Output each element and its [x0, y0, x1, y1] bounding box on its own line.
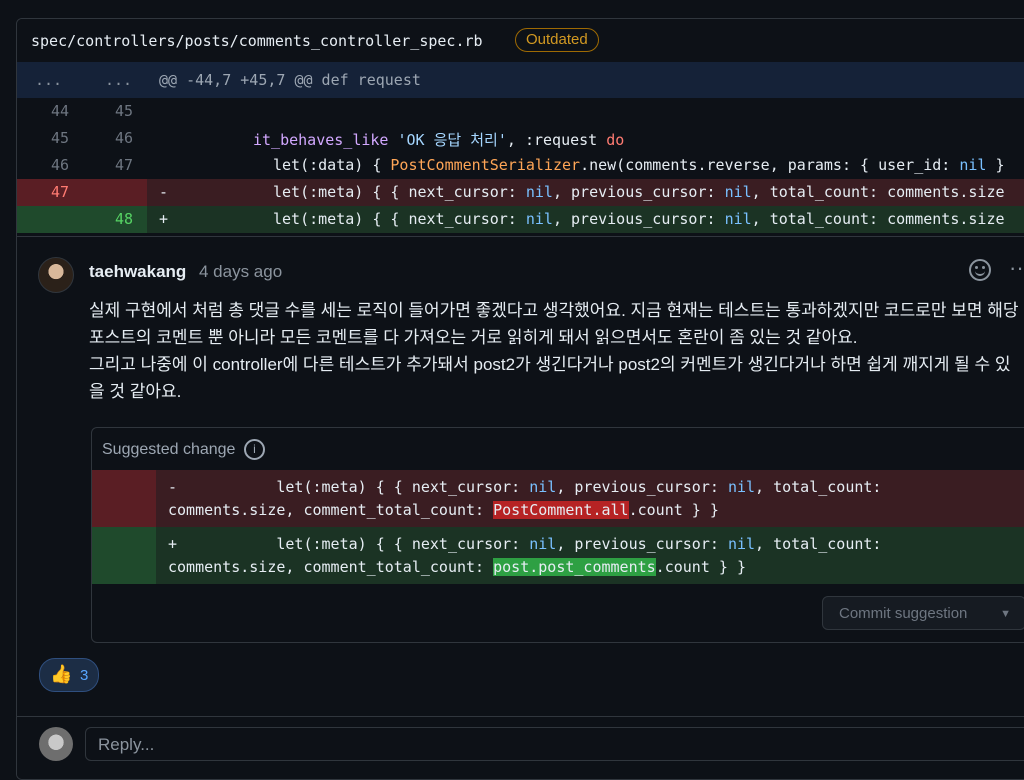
current-user-avatar	[39, 727, 73, 761]
expand-down-dots[interactable]: ...	[105, 71, 132, 89]
diff-sign: -	[168, 478, 178, 496]
commit-suggestion-label: Commit suggestion	[839, 605, 968, 622]
expand-up-dots[interactable]: ...	[35, 71, 62, 89]
add-reaction-icon[interactable]	[969, 259, 991, 281]
suggested-change-title: Suggested change	[102, 441, 236, 458]
code-token: let(:data) {	[273, 156, 391, 174]
code-token: let(:meta) { { next_cursor:	[273, 183, 526, 201]
code-line: let(:data) { PostCommentSerializer.new(c…	[273, 156, 1005, 174]
outdated-badge: Outdated	[515, 28, 599, 52]
diff-row: 46 47 let(:data) { PostCommentSerializer…	[17, 152, 1024, 179]
comment-body: 실제 구현에서 처럼 총 댓글 수를 세는 로직이 들어가면 좋겠다고 생각했어…	[89, 297, 1024, 405]
suggestion-line: comments.size, comment_total_count: post…	[168, 558, 746, 576]
code-line: it_behaves_like 'OK 응답 처리', :request do	[253, 129, 624, 150]
new-line-number[interactable]: 46	[93, 129, 133, 147]
file-path[interactable]: spec/controllers/posts/comments_controll…	[31, 32, 483, 50]
new-line-number[interactable]: 47	[93, 156, 133, 174]
code-token: , total_count: comments.size	[751, 183, 1005, 201]
code-token: , previous_cursor:	[552, 210, 725, 228]
code-token: nil	[959, 156, 987, 174]
code-token: nil	[529, 535, 557, 553]
reply-input[interactable]: Reply...	[85, 727, 1024, 761]
gutter	[92, 470, 156, 527]
reply-placeholder: Reply...	[98, 735, 155, 754]
new-line-number[interactable]: 45	[93, 102, 133, 120]
hunk-header: ... ... @@ -44,7 +45,7 @@ def request	[17, 62, 1024, 98]
highlight-token: post.post_comments	[493, 558, 656, 576]
author-avatar[interactable]	[38, 257, 74, 293]
comment-line: 을 것 같아요.	[89, 382, 182, 401]
code-token: , previous_cursor:	[556, 535, 728, 553]
comment-timestamp[interactable]: 4 days ago	[199, 262, 282, 282]
code-token: let(:meta) { { next_cursor:	[276, 535, 530, 553]
comment-author[interactable]: taehwakang	[89, 262, 186, 282]
comment-line: 실제 구현에서 처럼 총 댓글 수를 세는 로직이 들어가면 좋겠다고 생각했어…	[89, 301, 1019, 320]
code-token: , total_count: comments.size	[751, 210, 1005, 228]
diff-row: 44 45	[17, 98, 1024, 125]
code-token: PostCommentSerializer	[390, 156, 581, 174]
file-header: spec/controllers/posts/comments_controll…	[17, 19, 1024, 63]
suggestion-line: - let(:meta) { { next_cursor: nil, previ…	[168, 478, 881, 496]
diff-sign: +	[159, 210, 169, 228]
code-token: comments.size, comment_total_count:	[168, 501, 494, 519]
suggestion-deleted-block: - let(:meta) { { next_cursor: nil, previ…	[92, 470, 1024, 527]
new-line-number[interactable]: 48	[93, 210, 133, 228]
highlight-token: PostComment.all	[493, 501, 629, 519]
diff-sign: +	[168, 535, 178, 553]
code-token: let(:meta) { { next_cursor:	[276, 478, 530, 496]
gutter	[92, 527, 156, 584]
thumbs-up-icon: 👍	[50, 664, 73, 684]
review-thread-card: spec/controllers/posts/comments_controll…	[16, 18, 1024, 780]
code-token: 'OK 응답 처리'	[397, 131, 507, 149]
code-token: , total_count:	[755, 478, 882, 496]
code-token: nil	[525, 210, 553, 228]
info-icon[interactable]: i	[244, 439, 265, 460]
code-token: nil	[525, 183, 553, 201]
review-comment: taehwakang 4 days ago ··· 실제 구현에서 처럼 총 댓…	[17, 236, 1024, 717]
comment-line: 포스트의 코멘트 뿐 아니라 모든 코멘트를 다 가져오는 거로 읽히게 돼서 …	[89, 328, 858, 347]
code-token: let(:meta) { { next_cursor:	[273, 210, 526, 228]
thumbs-up-reaction[interactable]: 👍 3	[39, 658, 99, 692]
code-token: comments.size, comment_total_count:	[168, 558, 494, 576]
diff-sign: -	[159, 183, 169, 201]
code-token: .new(comments.reverse, params: { user_id…	[580, 156, 960, 174]
code-token: .count } }	[655, 558, 746, 576]
reaction-count: 3	[80, 667, 89, 684]
code-token: , previous_cursor:	[552, 183, 725, 201]
code-token: nil	[727, 478, 756, 496]
old-line-number[interactable]: 47	[29, 183, 69, 201]
hunk-range: @@ -44,7 +45,7 @@ def request	[159, 71, 421, 89]
code-token: .count } }	[628, 501, 719, 519]
comment-line: 그리고 나중에 이 controller에 다른 테스트가 추가돼서 post2…	[89, 355, 1011, 374]
code-line: let(:meta) { { next_cursor: nil, previou…	[273, 210, 1005, 228]
commit-suggestion-button[interactable]: Commit suggestion ▼	[822, 596, 1024, 630]
reply-area: Reply...	[17, 716, 1024, 779]
suggestion-line: + let(:meta) { { next_cursor: nil, previ…	[168, 535, 881, 553]
code-token: it_behaves_like	[253, 131, 398, 149]
code-token: , :request	[506, 131, 607, 149]
code-token: , previous_cursor:	[556, 478, 728, 496]
code-token: nil	[529, 478, 557, 496]
chevron-down-icon: ▼	[1000, 608, 1011, 620]
code-token: nil	[724, 183, 752, 201]
code-token: nil	[724, 210, 752, 228]
code-line: let(:meta) { { next_cursor: nil, previou…	[273, 183, 1005, 201]
old-line-number[interactable]: 45	[29, 129, 69, 147]
diff-row: 45 46 it_behaves_like 'OK 응답 처리', :reque…	[17, 125, 1024, 152]
added-row: 48 + let(:meta) { { next_cursor: nil, pr…	[17, 206, 1024, 233]
code-token: }	[986, 156, 1005, 174]
code-token: nil	[727, 535, 756, 553]
code-token: , total_count:	[755, 535, 882, 553]
old-line-number[interactable]: 44	[29, 102, 69, 120]
suggestion-added-block: + let(:meta) { { next_cursor: nil, previ…	[92, 527, 1024, 584]
code-token: do	[606, 131, 625, 149]
old-line-number[interactable]: 46	[29, 156, 69, 174]
more-options-icon[interactable]: ···	[1009, 255, 1024, 281]
suggestion-line: comments.size, comment_total_count: Post…	[168, 501, 719, 519]
suggested-change-box: Suggested change i - let(:meta) { { next…	[91, 427, 1024, 643]
deleted-row: 47 - let(:meta) { { next_cursor: nil, pr…	[17, 179, 1024, 206]
suggested-change-header: Suggested change i	[92, 428, 1024, 471]
